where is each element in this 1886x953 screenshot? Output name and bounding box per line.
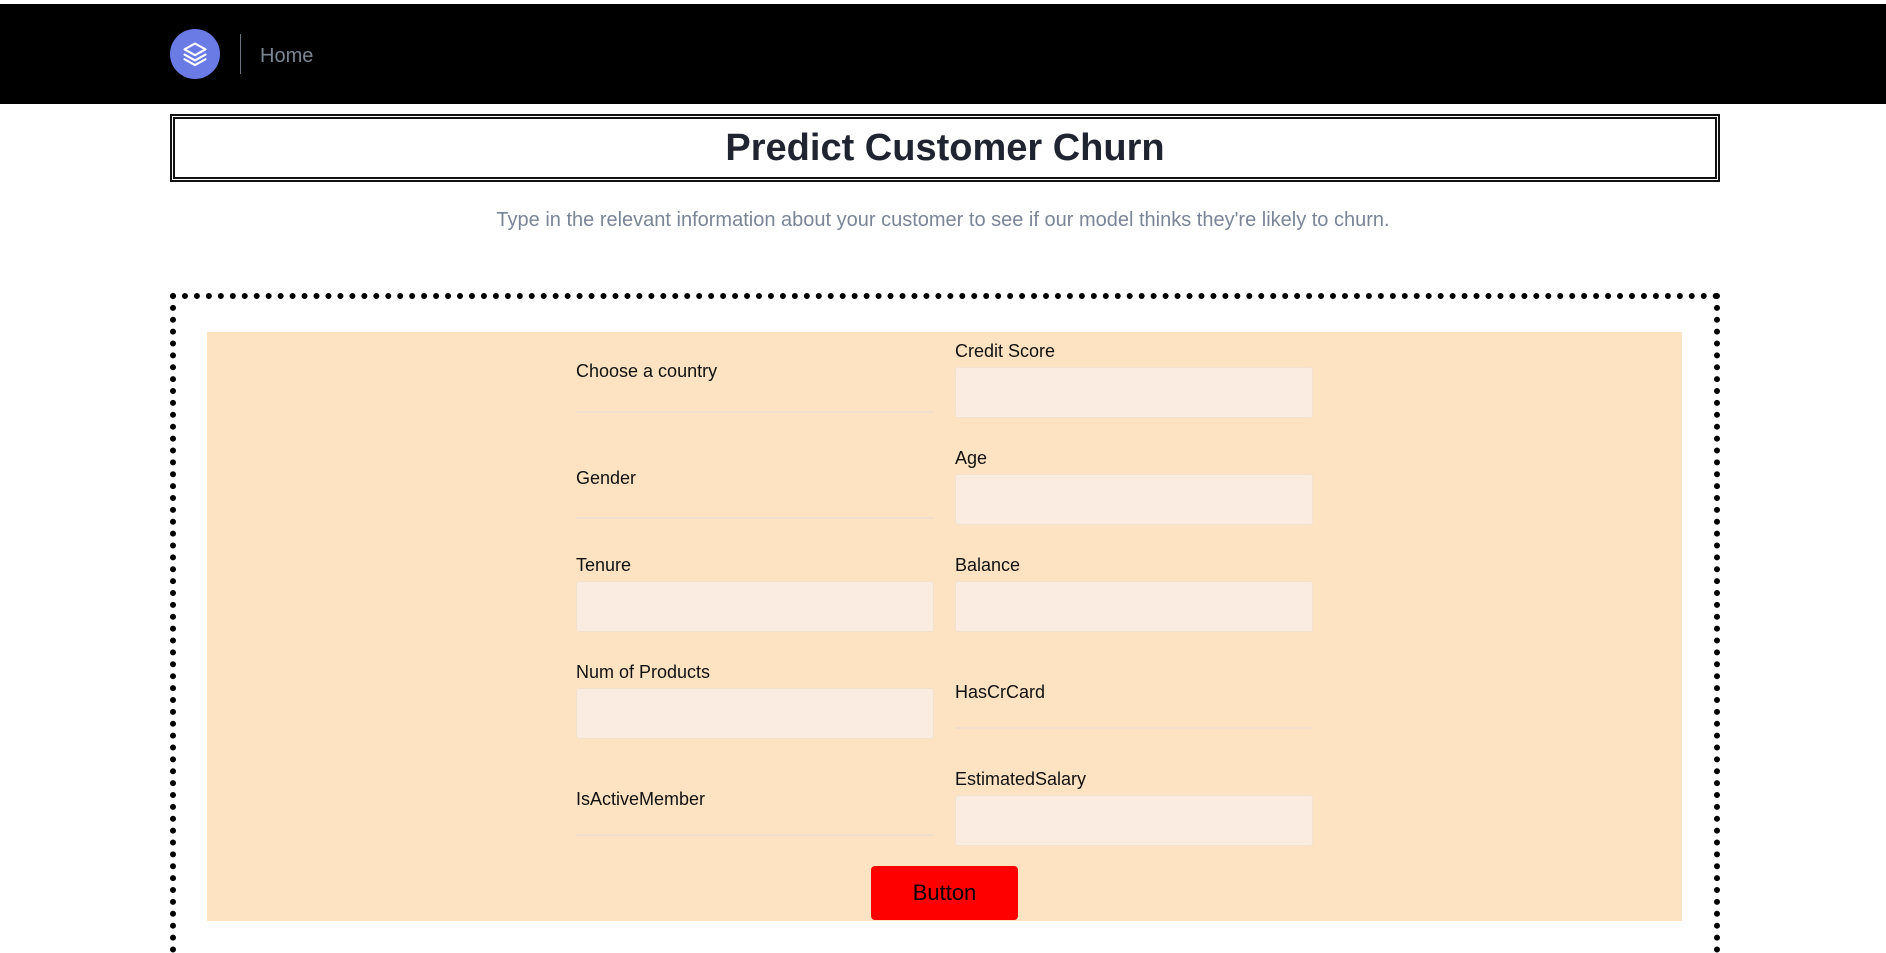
estimated-salary-label: EstimatedSalary bbox=[955, 769, 1087, 789]
page-subtitle: Type in the relevant information about y… bbox=[496, 209, 1390, 231]
layers-icon[interactable] bbox=[170, 29, 220, 79]
is-active-member-label: IsActiveMember bbox=[576, 789, 706, 809]
submit-button[interactable]: Button bbox=[871, 866, 1018, 920]
nav-divider bbox=[240, 34, 241, 74]
balance-label: Balance bbox=[955, 555, 1021, 575]
top-navbar: Home bbox=[0, 4, 1886, 104]
gender-label: Gender bbox=[576, 468, 637, 488]
credit-score-label: Credit Score bbox=[955, 341, 1056, 361]
is-active-member-select[interactable] bbox=[576, 834, 934, 836]
age-input[interactable] bbox=[955, 474, 1313, 525]
tenure-label: Tenure bbox=[576, 555, 632, 575]
estimated-salary-input[interactable] bbox=[955, 795, 1313, 846]
num-products-label: Num of Products bbox=[576, 662, 711, 682]
num-products-input[interactable] bbox=[576, 688, 934, 739]
credit-score-input[interactable] bbox=[955, 367, 1313, 418]
has-cr-card-select[interactable] bbox=[955, 727, 1313, 729]
nav-home-link[interactable]: Home bbox=[260, 44, 313, 68]
page-title-box: Predict Customer Churn bbox=[170, 114, 1720, 182]
gender-select[interactable] bbox=[576, 517, 934, 519]
balance-input[interactable] bbox=[955, 581, 1313, 632]
has-cr-card-label: HasCrCard bbox=[955, 682, 1046, 702]
tenure-input[interactable] bbox=[576, 581, 934, 632]
form-panel bbox=[207, 332, 1682, 921]
country-label: Choose a country bbox=[576, 361, 718, 381]
age-label: Age bbox=[955, 448, 988, 468]
country-select[interactable] bbox=[576, 411, 934, 413]
page-title: Predict Customer Churn bbox=[725, 126, 1165, 169]
